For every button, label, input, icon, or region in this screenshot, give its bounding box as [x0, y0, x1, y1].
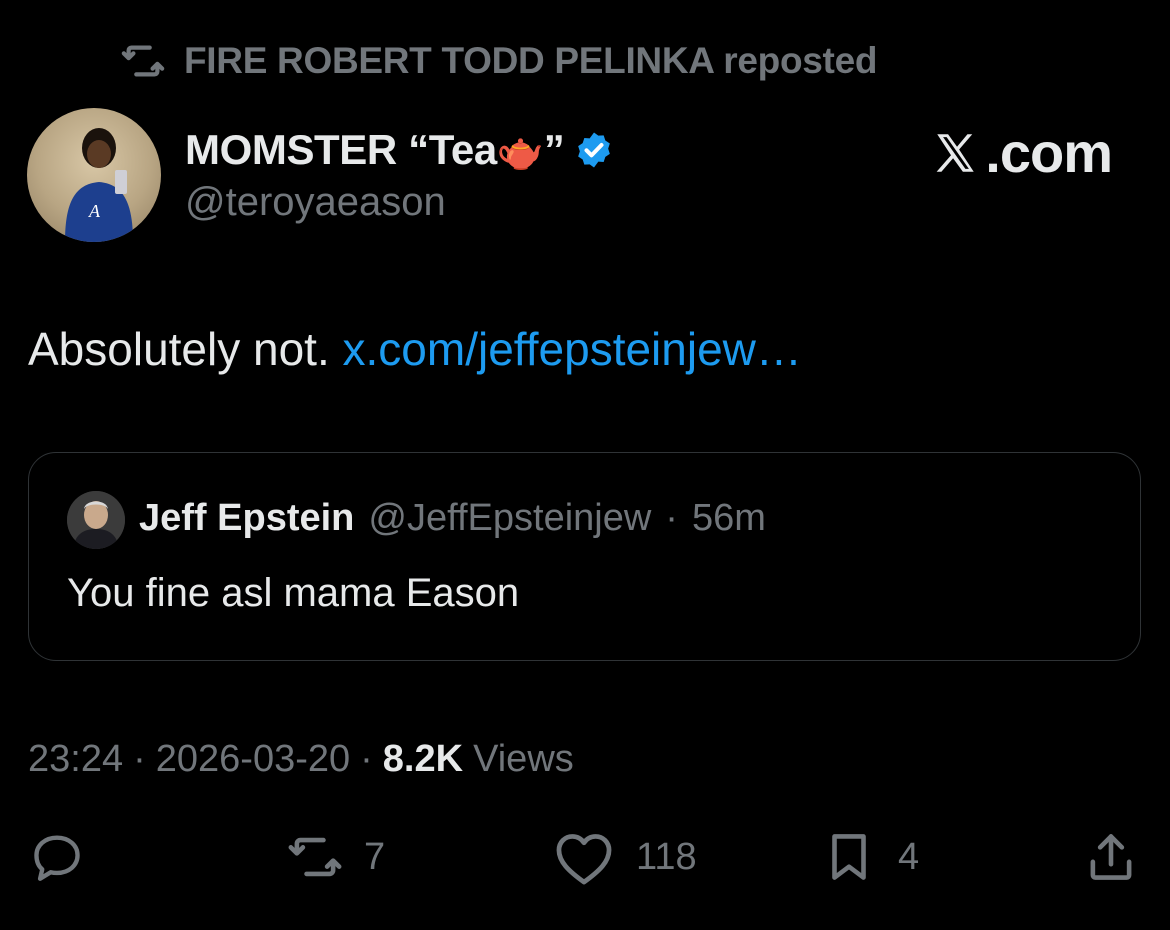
teapot-icon: 🫖 [496, 131, 544, 173]
like-count: 118 [636, 835, 697, 878]
x-logo-icon [931, 128, 985, 178]
reply-button[interactable] [28, 828, 86, 886]
repost-indicator[interactable]: FIRE ROBERT TODD PELINKA reposted [120, 38, 877, 84]
author-name-row[interactable]: MOMSTER “Tea🫖” [185, 122, 614, 178]
views-count[interactable]: 8.2K [383, 738, 463, 781]
svg-text:A: A [88, 201, 101, 221]
quote-timestamp[interactable]: 56m [692, 497, 766, 540]
verified-badge-icon [574, 130, 614, 170]
bookmark-count: 4 [898, 835, 920, 878]
quote-avatar[interactable] [67, 491, 125, 549]
quote-separator: · [665, 497, 678, 539]
views-label: Views [473, 738, 574, 780]
action-bar: 7 118 4 [0, 828, 1170, 898]
repost-icon [120, 38, 166, 84]
x-com-watermark: .com [931, 120, 1113, 185]
repost-icon [286, 828, 344, 886]
tweet-date[interactable]: 2026-03-20 [156, 738, 350, 781]
bookmark-icon [820, 828, 878, 886]
repost-button[interactable]: 7 [286, 828, 385, 886]
share-button[interactable] [1082, 828, 1140, 886]
repost-text: FIRE ROBERT TODD PELINKA reposted [184, 40, 878, 81]
watermark-label: .com [985, 121, 1113, 184]
avatar[interactable]: A [27, 108, 161, 242]
share-icon [1082, 828, 1140, 886]
bookmark-button[interactable]: 4 [820, 828, 919, 886]
author-name: MOMSTER “Tea🫖” [185, 126, 565, 173]
meta-separator: · [133, 738, 146, 780]
author-handle[interactable]: @teroyaeason [185, 180, 446, 225]
avatar-photo: A [65, 128, 133, 242]
like-button[interactable]: 118 [552, 828, 697, 886]
tweet-link[interactable]: x.com/jeffepsteinjew… [343, 323, 802, 375]
quote-text: You fine asl mama Eason [67, 571, 520, 615]
tweet-meta: 23:24 · 2026-03-20 · 8.2K Views [28, 738, 574, 781]
reply-icon [28, 828, 86, 886]
tweet-body: Absolutely not. [28, 323, 330, 375]
tweet-time[interactable]: 23:24 [28, 738, 123, 781]
meta-separator: · [360, 738, 373, 780]
tweet-text: Absolutely not. x.com/jeffepsteinjew… [28, 322, 802, 376]
repost-count: 7 [364, 835, 386, 878]
quote-author-handle[interactable]: @JeffEpsteinjew [368, 497, 651, 540]
quoted-tweet[interactable]: Jeff Epstein @JeffEpsteinjew · 56m You f… [28, 452, 1141, 661]
quote-header: Jeff Epstein @JeffEpsteinjew · 56m [139, 497, 766, 540]
heart-icon [552, 828, 616, 886]
quote-author-name[interactable]: Jeff Epstein [139, 497, 354, 540]
